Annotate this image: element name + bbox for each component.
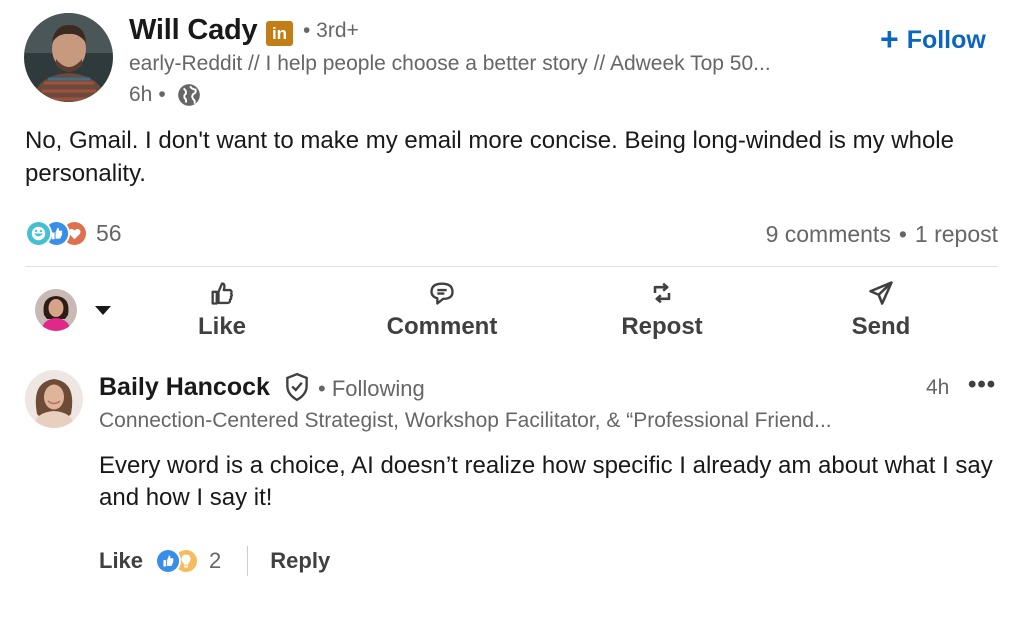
author-headline: early-Reddit // I help people choose a b… (129, 52, 771, 75)
meta-separator: • (158, 83, 166, 106)
chevron-down-icon (95, 305, 111, 315)
divider (247, 546, 249, 576)
actor-switcher[interactable] (35, 289, 111, 331)
comment-like-button[interactable]: Like (99, 548, 143, 574)
following-status: • Following (318, 376, 425, 401)
globe-icon (177, 84, 200, 106)
comment-reactions[interactable] (155, 548, 200, 574)
send-label: Send (851, 313, 911, 340)
comment-time: 4h (926, 376, 950, 399)
comments-count-link[interactable]: 9 comments (766, 221, 891, 248)
repost-arrows-icon (653, 282, 671, 304)
engagement-counts: 9 comments • 1 repost (766, 221, 998, 248)
post-body: No, Gmail. I don't want to make my email… (25, 127, 954, 187)
follow-button[interactable]: + Follow (880, 21, 986, 57)
comment-label: Comment (386, 313, 498, 340)
commenter-name[interactable]: Baily Hancock (99, 373, 270, 402)
linkedin-premium-badge-icon: in (266, 21, 293, 46)
repost-button[interactable]: Repost (592, 279, 732, 341)
commenter-avatar[interactable] (25, 370, 83, 428)
comment-button[interactable]: Comment (372, 279, 512, 341)
author-name[interactable]: Will Cady (129, 14, 258, 47)
repost-label: Repost (621, 313, 703, 340)
reply-button[interactable]: Reply (270, 548, 330, 574)
verified-shield-icon (286, 372, 308, 402)
like-reaction-icon (155, 548, 182, 574)
reaction-count: 56 (96, 220, 122, 246)
commenter-headline: Connection-Centered Strategist, Workshop… (99, 409, 832, 432)
send-button[interactable]: Send (811, 279, 951, 341)
paper-plane-icon (869, 281, 893, 305)
like-button[interactable]: Like (152, 279, 292, 341)
post-time: 6h (129, 83, 153, 106)
follow-label: Follow (906, 26, 986, 54)
reposts-count-link[interactable]: 1 repost (915, 221, 998, 248)
comment-body: Every word is a choice, AI doesn’t reali… (99, 452, 993, 511)
feed-post: Will Cady in • 3rd+ early-Reddit // I he… (0, 0, 1024, 617)
speech-bubble-icon (430, 282, 454, 305)
connection-degree: • 3rd+ (303, 19, 359, 42)
plus-icon: + (880, 21, 899, 57)
comment-actions: Like 2 Reply (99, 546, 330, 576)
comments-section: Baily Hancock • Following 4h ••• Connect… (0, 356, 1024, 617)
like-label: Like (197, 313, 247, 340)
divider (25, 266, 998, 267)
comment-reaction-count: 2 (209, 548, 222, 573)
thumbs-up-icon (211, 282, 233, 305)
reactions-summary[interactable]: 56 (25, 220, 122, 247)
counts-separator: • (898, 221, 907, 247)
more-options-icon[interactable]: ••• (968, 371, 996, 399)
funny-reaction-icon (25, 220, 52, 247)
post-meta: 6h • (129, 82, 202, 108)
actor-avatar (35, 289, 77, 331)
author-avatar[interactable] (24, 13, 113, 102)
